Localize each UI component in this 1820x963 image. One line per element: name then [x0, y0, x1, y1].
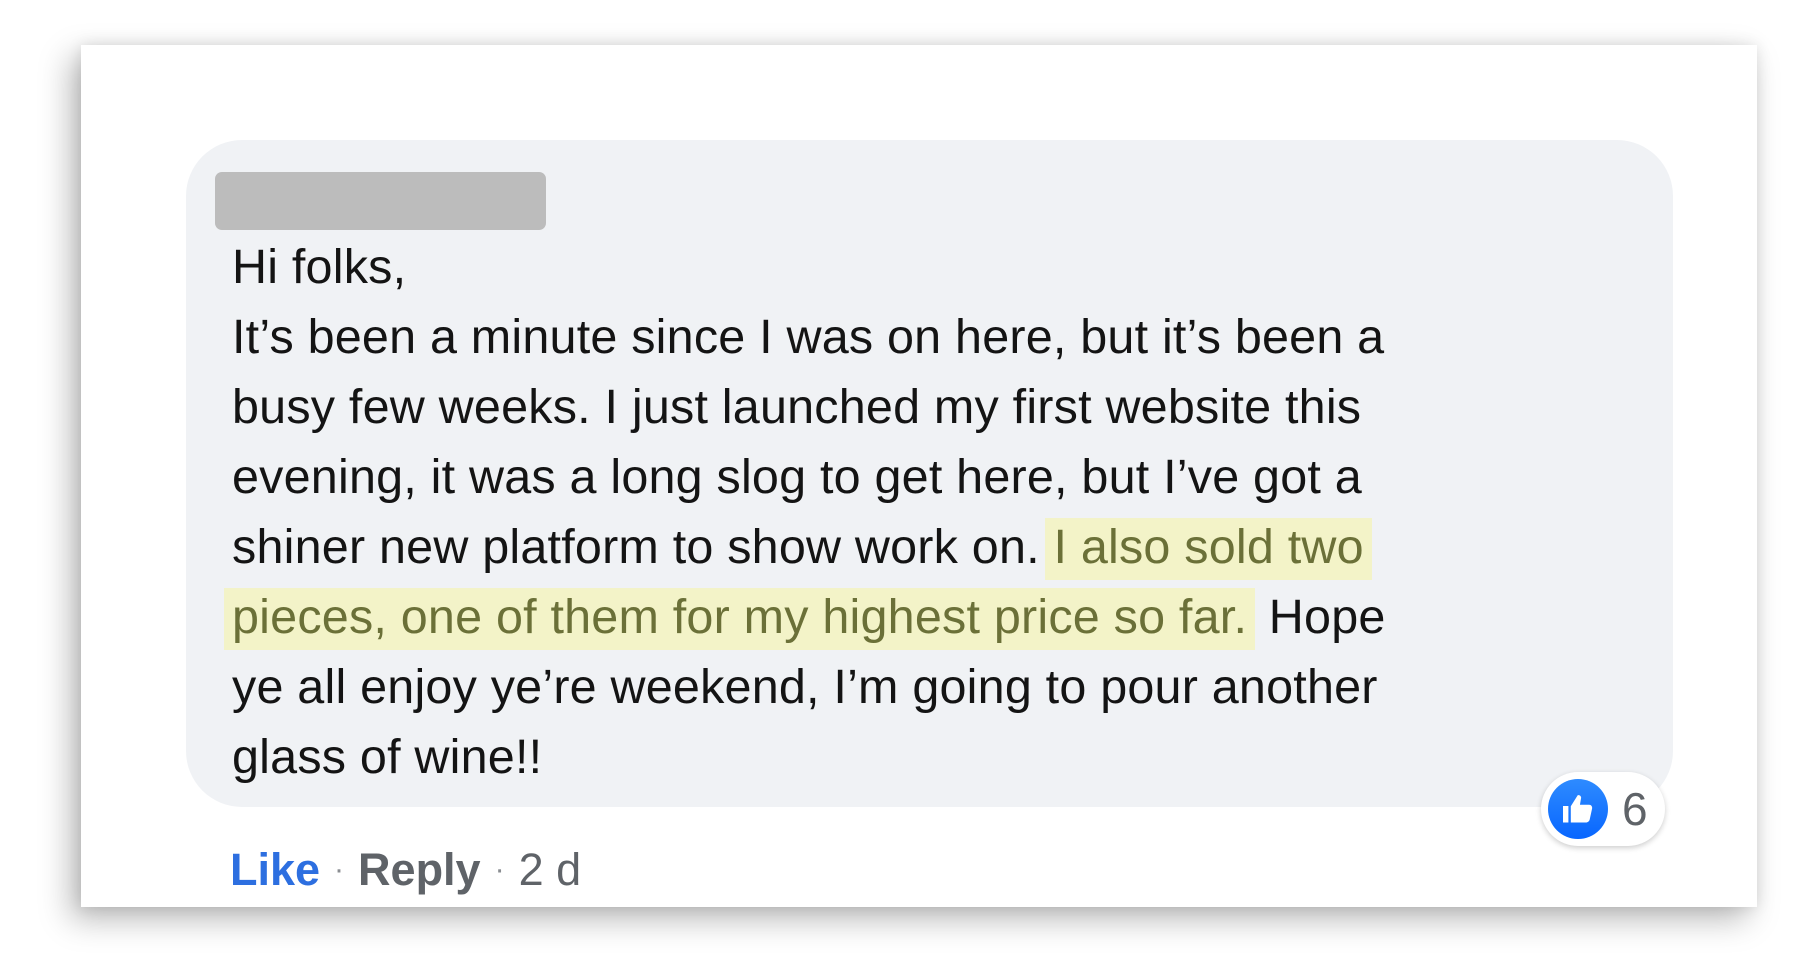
thumbs-up-glyph [1563, 795, 1593, 823]
comment-line: pieces, one of them for my highest price… [224, 582, 1652, 652]
comment-line: ye all enjoy ye’re weekend, I’m going to… [232, 660, 1378, 714]
comment-line: shiner new platform to show work on. I a… [232, 512, 1652, 582]
comment-actions: Like · Reply · 2 d [230, 835, 581, 905]
comment-line: It’s been a minute since I was on here, … [232, 310, 1385, 364]
highlighted-text: I also sold two [1045, 518, 1372, 580]
comment-bubble: Hi folks, It’s been a minute since I was… [186, 140, 1673, 807]
thumbs-up-icon [1548, 779, 1608, 839]
comment-text-segment: Hope [1255, 590, 1386, 644]
separator-dot: · [334, 853, 345, 886]
separator-dot: · [494, 853, 505, 886]
comment-line: evening, it was a long slog to get here,… [232, 450, 1362, 504]
reaction-summary[interactable]: 6 [1541, 772, 1665, 846]
reply-link[interactable]: Reply [358, 844, 481, 896]
screenshot-page: Hi folks, It’s been a minute since I was… [0, 0, 1820, 963]
comment-line: busy few weeks. I just launched my first… [232, 380, 1362, 434]
timestamp[interactable]: 2 d [519, 844, 582, 896]
comment-line: Hi folks, [232, 240, 407, 294]
comment-text-segment: shiner new platform to show work on. [232, 520, 1054, 574]
highlighted-text: pieces, one of them for my highest price… [224, 588, 1256, 650]
comment-text: Hi folks, It’s been a minute since I was… [224, 232, 1652, 792]
comment-card: Hi folks, It’s been a minute since I was… [81, 45, 1757, 907]
like-link[interactable]: Like [230, 844, 320, 896]
comment-line: glass of wine!! [232, 730, 543, 784]
redacted-author-name [215, 172, 546, 230]
reaction-count: 6 [1622, 783, 1648, 835]
